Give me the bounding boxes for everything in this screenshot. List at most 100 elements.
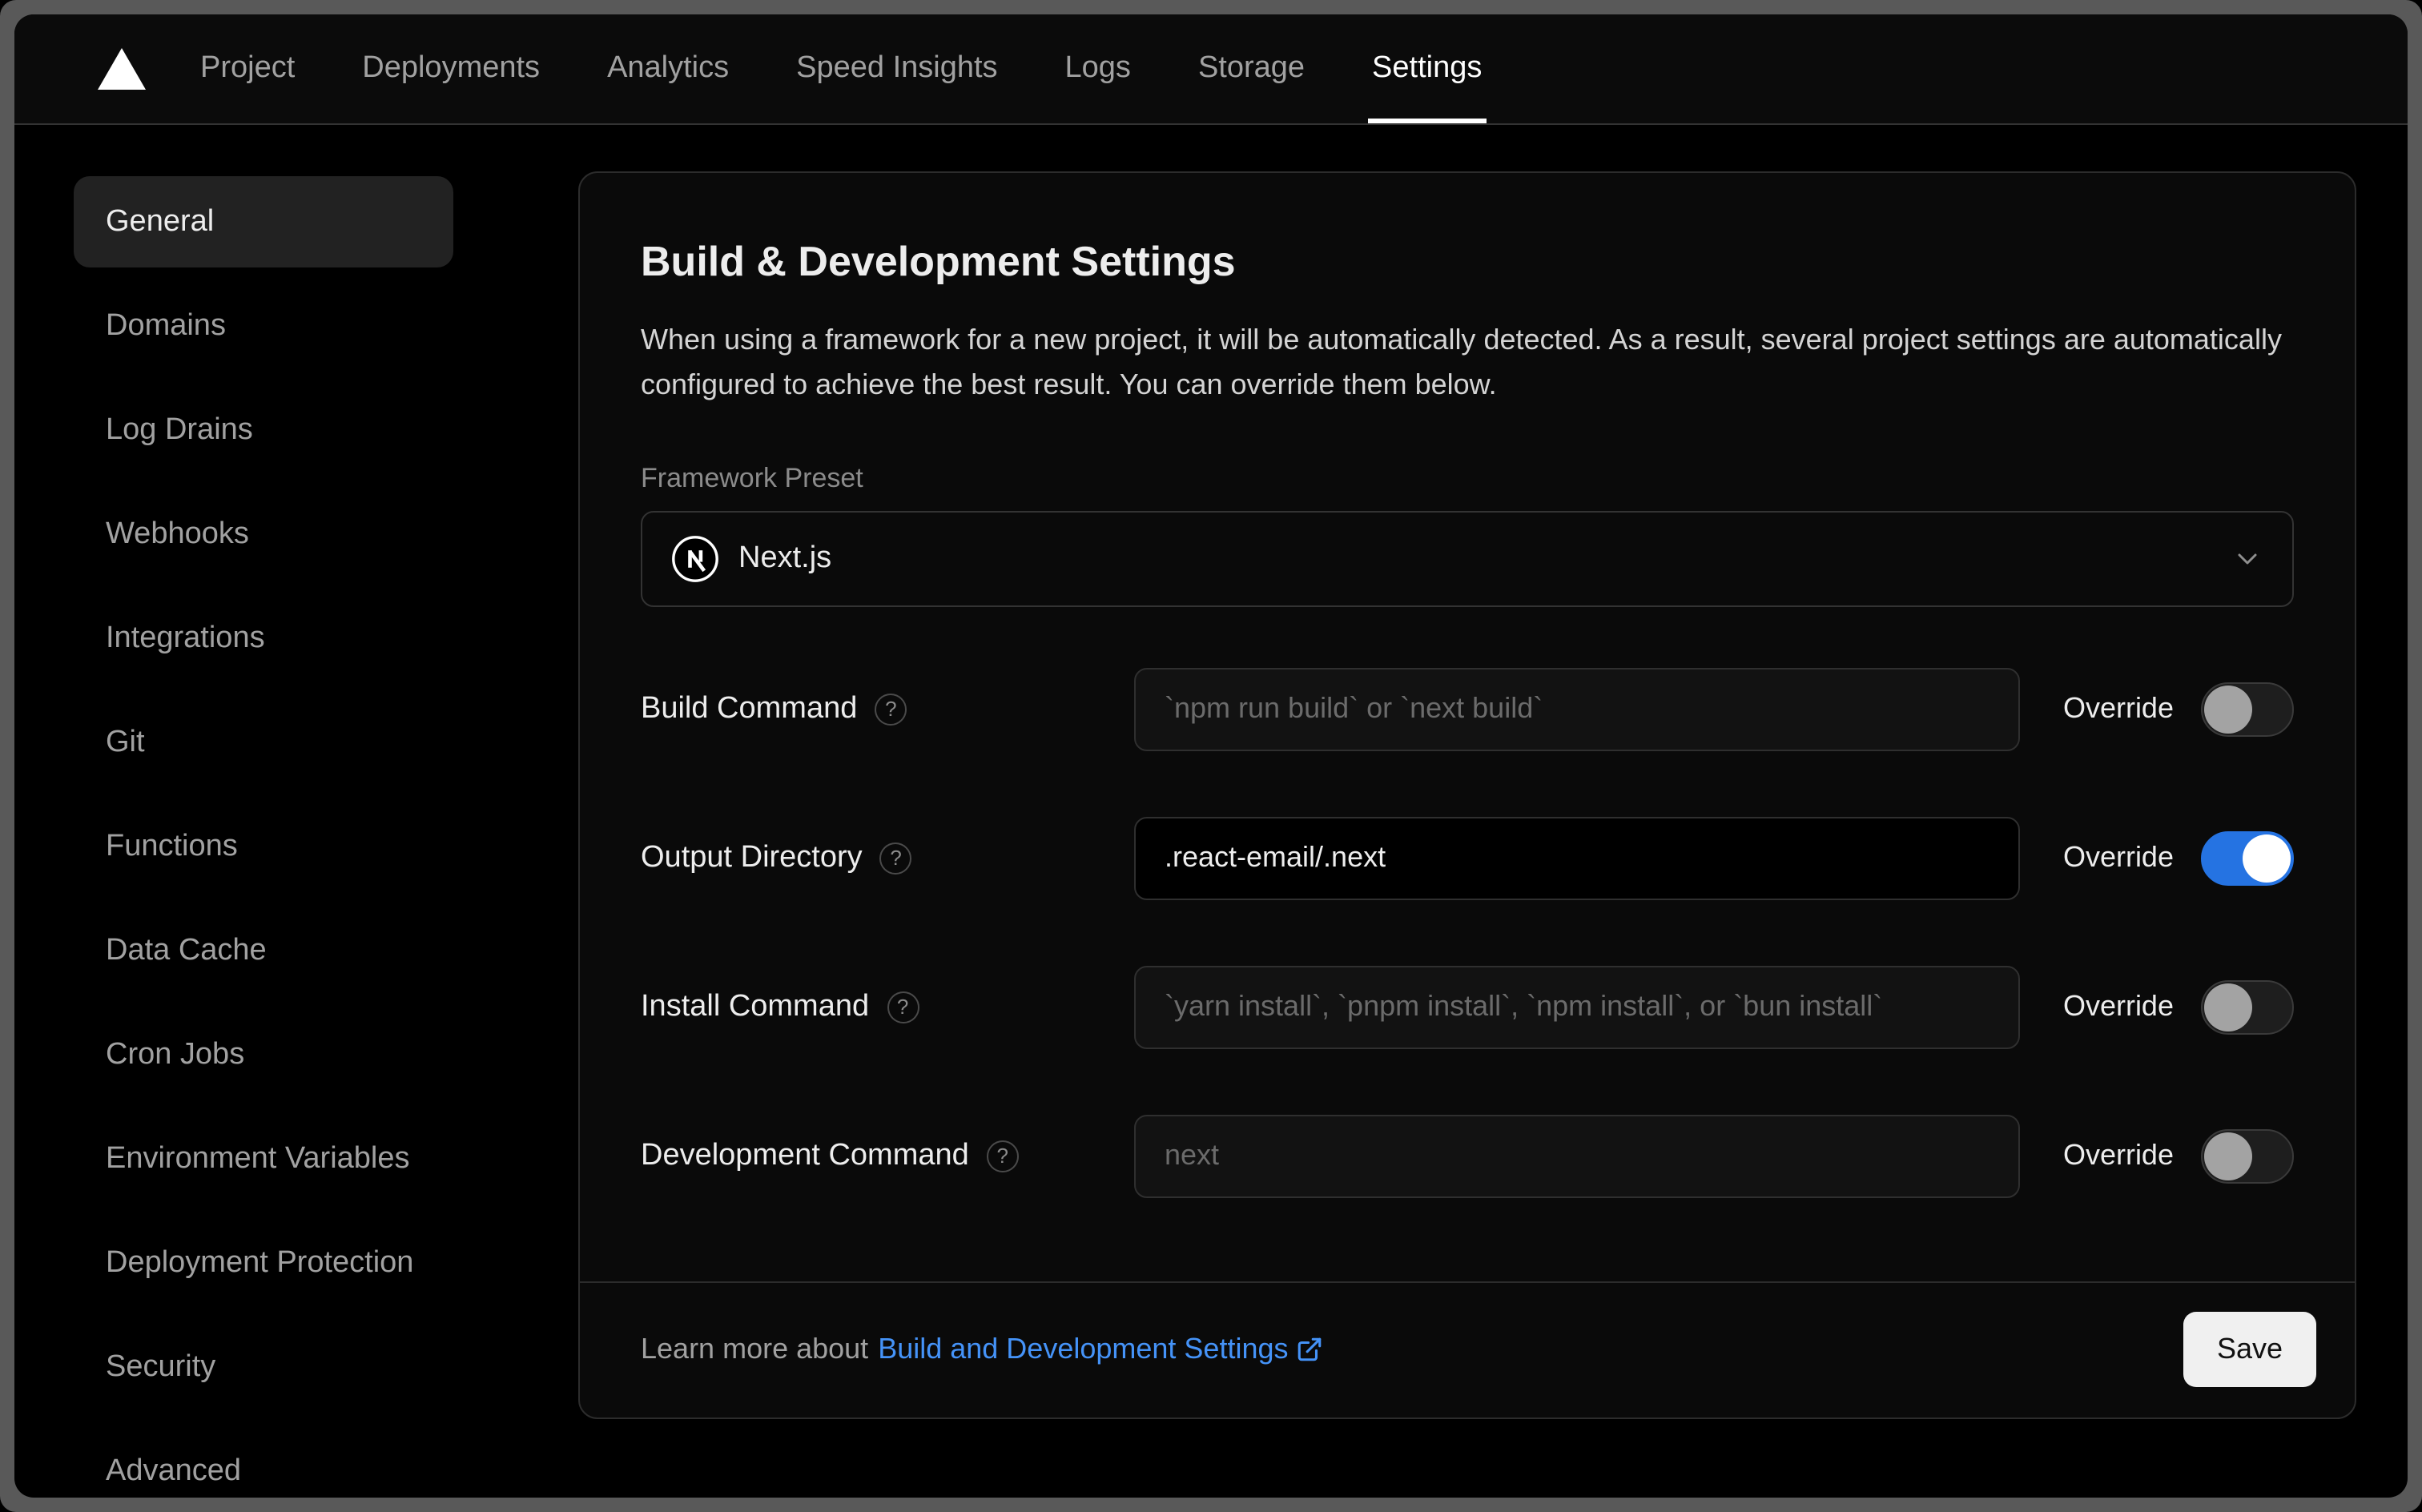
- setting-label: Install Command: [641, 989, 870, 1023]
- sidebar-item-webhooks[interactable]: Webhooks: [74, 489, 453, 580]
- setting-label: Build Command: [641, 691, 858, 726]
- nav-tab-project[interactable]: Project: [199, 14, 296, 123]
- nav-tab-settings[interactable]: Settings: [1367, 14, 1487, 123]
- sidebar-item-label: Functions: [106, 829, 238, 863]
- vercel-triangle-icon: [98, 48, 146, 90]
- nav-tab-label: Settings: [1372, 51, 1483, 85]
- override-group: Override: [2062, 830, 2294, 886]
- framework-preset-label: Framework Preset: [641, 462, 863, 493]
- page-title: Build & Development Settings: [641, 237, 1236, 285]
- build-dev-settings-card: Build & Development Settings When using …: [578, 171, 2356, 1419]
- sidebar-item-environment-variables[interactable]: Environment Variables: [74, 1113, 453, 1204]
- setting-label-group: Development Command ?: [641, 1139, 1134, 1174]
- command-rows: Build Command ? Override Output Director…: [641, 667, 2294, 1198]
- override-toggle[interactable]: [2201, 979, 2294, 1035]
- link-label: Build and Development Settings: [878, 1333, 1289, 1365]
- card-footer: Learn more about Build and Development S…: [580, 1281, 2355, 1418]
- setting-input[interactable]: [1134, 816, 2020, 900]
- setting-input[interactable]: [1134, 965, 2020, 1049]
- help-icon[interactable]: ?: [879, 842, 912, 875]
- sidebar-item-label: Cron Jobs: [106, 1037, 245, 1071]
- sidebar-item-label: Environment Variables: [106, 1141, 410, 1175]
- nav-tab-label: Speed Insights: [796, 51, 998, 85]
- sidebar-item-label: Domains: [106, 308, 226, 342]
- override-toggle[interactable]: [2201, 1128, 2294, 1184]
- learn-more-prefix: Learn more about: [641, 1333, 869, 1365]
- setting-label-group: Output Directory ?: [641, 841, 1134, 876]
- nav-tab-storage[interactable]: Storage: [1197, 14, 1306, 123]
- help-icon[interactable]: ?: [986, 1140, 1019, 1172]
- sidebar-item-label: Security: [106, 1349, 216, 1383]
- setting-input[interactable]: [1134, 667, 2020, 751]
- setting-input[interactable]: [1134, 1114, 2020, 1198]
- override-group: Override: [2062, 1128, 2294, 1184]
- toggle-knob: [2243, 834, 2291, 883]
- setting-row-output-directory: Output Directory ? Override: [641, 816, 2294, 900]
- toggle-knob: [2204, 685, 2252, 734]
- sidebar-item-general[interactable]: General: [74, 176, 453, 267]
- setting-label: Development Command: [641, 1138, 969, 1172]
- save-button[interactable]: Save: [2183, 1312, 2316, 1388]
- toggle-knob: [2204, 983, 2252, 1031]
- sidebar-item-label: Integrations: [106, 621, 265, 654]
- help-icon[interactable]: ?: [887, 991, 919, 1023]
- setting-label: Output Directory: [641, 840, 863, 875]
- nav-tab-label: Deployments: [362, 51, 541, 85]
- nav-tab-logs[interactable]: Logs: [1064, 14, 1133, 123]
- toggle-knob: [2204, 1132, 2252, 1180]
- sidebar-item-functions[interactable]: Functions: [74, 801, 453, 892]
- sidebar-item-data-cache[interactable]: Data Cache: [74, 905, 453, 996]
- sidebar-item-cron-jobs[interactable]: Cron Jobs: [74, 1009, 453, 1100]
- setting-row-build-command: Build Command ? Override: [641, 667, 2294, 751]
- setting-label-group: Install Command ?: [641, 990, 1134, 1025]
- external-link-icon: [1298, 1338, 1322, 1361]
- nav-tab-label: Storage: [1197, 51, 1306, 85]
- sidebar-item-log-drains[interactable]: Log Drains: [74, 384, 453, 476]
- sidebar-item-git[interactable]: Git: [74, 697, 453, 788]
- learn-more-text: Learn more about Build and Development S…: [641, 1333, 1324, 1367]
- sidebar-item-label: Log Drains: [106, 412, 253, 446]
- content-area: General Domains Log Drains Webhooks Inte…: [14, 125, 2408, 1498]
- nav-tab-label: Analytics: [607, 51, 730, 85]
- override-toggle[interactable]: [2201, 682, 2294, 737]
- nav-tab-speed-insights[interactable]: Speed Insights: [795, 14, 999, 123]
- override-label: Override: [2062, 841, 2174, 874]
- top-navigation: Project Deployments Analytics Speed Insi…: [14, 14, 2408, 125]
- nav-tabs: Project Deployments Analytics Speed Insi…: [199, 14, 1487, 123]
- framework-preset-value: Next.js: [738, 541, 832, 575]
- settings-sidebar: General Domains Log Drains Webhooks Inte…: [14, 125, 564, 1498]
- build-dev-settings-link[interactable]: Build and Development Settings: [878, 1333, 1323, 1367]
- page-description: When using a framework for a new project…: [641, 324, 2282, 400]
- setting-label-group: Build Command ?: [641, 692, 1134, 727]
- framework-preset-select[interactable]: Next.js: [641, 510, 2294, 607]
- override-label: Override: [2062, 1139, 2174, 1172]
- vercel-logo[interactable]: [98, 48, 146, 90]
- nav-tab-deployments[interactable]: Deployments: [360, 14, 541, 123]
- sidebar-item-label: Data Cache: [106, 933, 267, 967]
- sidebar-item-advanced[interactable]: Advanced: [74, 1426, 453, 1498]
- override-group: Override: [2062, 979, 2294, 1035]
- chevron-down-icon: [2231, 543, 2263, 575]
- active-tab-underline: [1367, 119, 1487, 123]
- override-group: Override: [2063, 682, 2294, 737]
- sidebar-item-label: Git: [106, 725, 145, 758]
- sidebar-item-domains[interactable]: Domains: [74, 280, 453, 372]
- sidebar-item-label: Deployment Protection: [106, 1245, 414, 1279]
- nav-tab-analytics[interactable]: Analytics: [606, 14, 730, 123]
- setting-row-install-command: Install Command ? Override: [641, 965, 2294, 1049]
- override-label: Override: [2062, 990, 2174, 1023]
- card-body: Build & Development Settings When using …: [580, 173, 2355, 1281]
- override-toggle[interactable]: [2201, 830, 2294, 886]
- setting-row-development-command: Development Command ? Override: [641, 1114, 2294, 1198]
- help-icon[interactable]: ?: [875, 693, 907, 726]
- sidebar-item-deployment-protection[interactable]: Deployment Protection: [74, 1217, 453, 1309]
- sidebar-item-integrations[interactable]: Integrations: [74, 593, 453, 684]
- sidebar-item-security[interactable]: Security: [74, 1321, 453, 1413]
- main-area: Build & Development Settings When using …: [564, 125, 2408, 1419]
- nav-tab-label: Logs: [1064, 51, 1131, 85]
- sidebar-item-label: General: [106, 204, 215, 238]
- nextjs-logo-icon: [672, 535, 718, 582]
- override-label: Override: [2062, 692, 2174, 725]
- nav-tab-label: Project: [200, 51, 296, 85]
- sidebar-item-label: Advanced: [106, 1454, 242, 1487]
